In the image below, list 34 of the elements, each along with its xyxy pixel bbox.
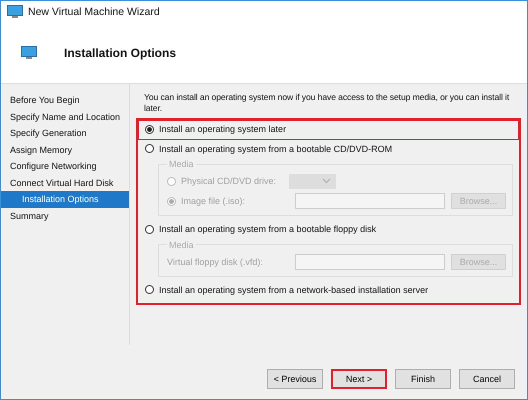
radio-button[interactable] <box>145 144 154 153</box>
group-label: Media <box>168 240 195 250</box>
step-item[interactable]: Before You Begin <box>1 92 129 108</box>
step-item[interactable]: Configure Networking <box>1 158 129 174</box>
page-title: Installation Options <box>64 46 176 60</box>
chevron-down-icon <box>322 178 331 184</box>
window-title: New Virtual Machine Wizard <box>28 6 160 18</box>
step-item[interactable]: Summary <box>1 208 129 224</box>
step-item[interactable]: Assign Memory <box>1 142 129 158</box>
step-item[interactable]: Connect Virtual Hard Disk <box>1 174 129 191</box>
step-item[interactable]: Specify Name and Location <box>1 108 129 125</box>
radio-option[interactable]: Install an operating system from a network-based installation server <box>145 284 428 294</box>
radio-button[interactable] <box>145 285 154 294</box>
monitor-icon <box>21 46 37 60</box>
radio-option[interactable]: Install an operating system from a bootable floppy disk <box>145 224 376 234</box>
wizard-button[interactable]: Finish <box>395 369 451 389</box>
radio-button[interactable] <box>167 196 176 206</box>
file-path-field[interactable] <box>295 193 445 209</box>
radio-button[interactable] <box>145 224 154 234</box>
field-label: Virtual floppy disk (.vfd): <box>167 256 264 266</box>
monitor-icon <box>7 5 23 19</box>
step-item[interactable]: Specify Generation <box>1 125 129 142</box>
intro-text: You can install an operating system now if you have access to the setup media, or you can install it later. <box>144 92 510 114</box>
step-item[interactable]: Installation Options <box>1 191 129 208</box>
radio-option[interactable]: Install an operating system from a bootable CD/DVD-ROM <box>145 144 392 154</box>
drive-dropdown[interactable] <box>289 174 336 188</box>
group-label: Media <box>168 159 195 169</box>
radio-button[interactable] <box>167 176 176 186</box>
wizard-button[interactable]: Next > <box>331 369 387 389</box>
wizard-button[interactable]: Cancel <box>459 369 515 389</box>
file-path-field[interactable] <box>295 254 445 270</box>
wizard-button[interactable]: < Previous <box>267 369 323 389</box>
radio-option[interactable]: Install an operating system later <box>145 124 286 134</box>
radio-button[interactable] <box>145 124 154 134</box>
